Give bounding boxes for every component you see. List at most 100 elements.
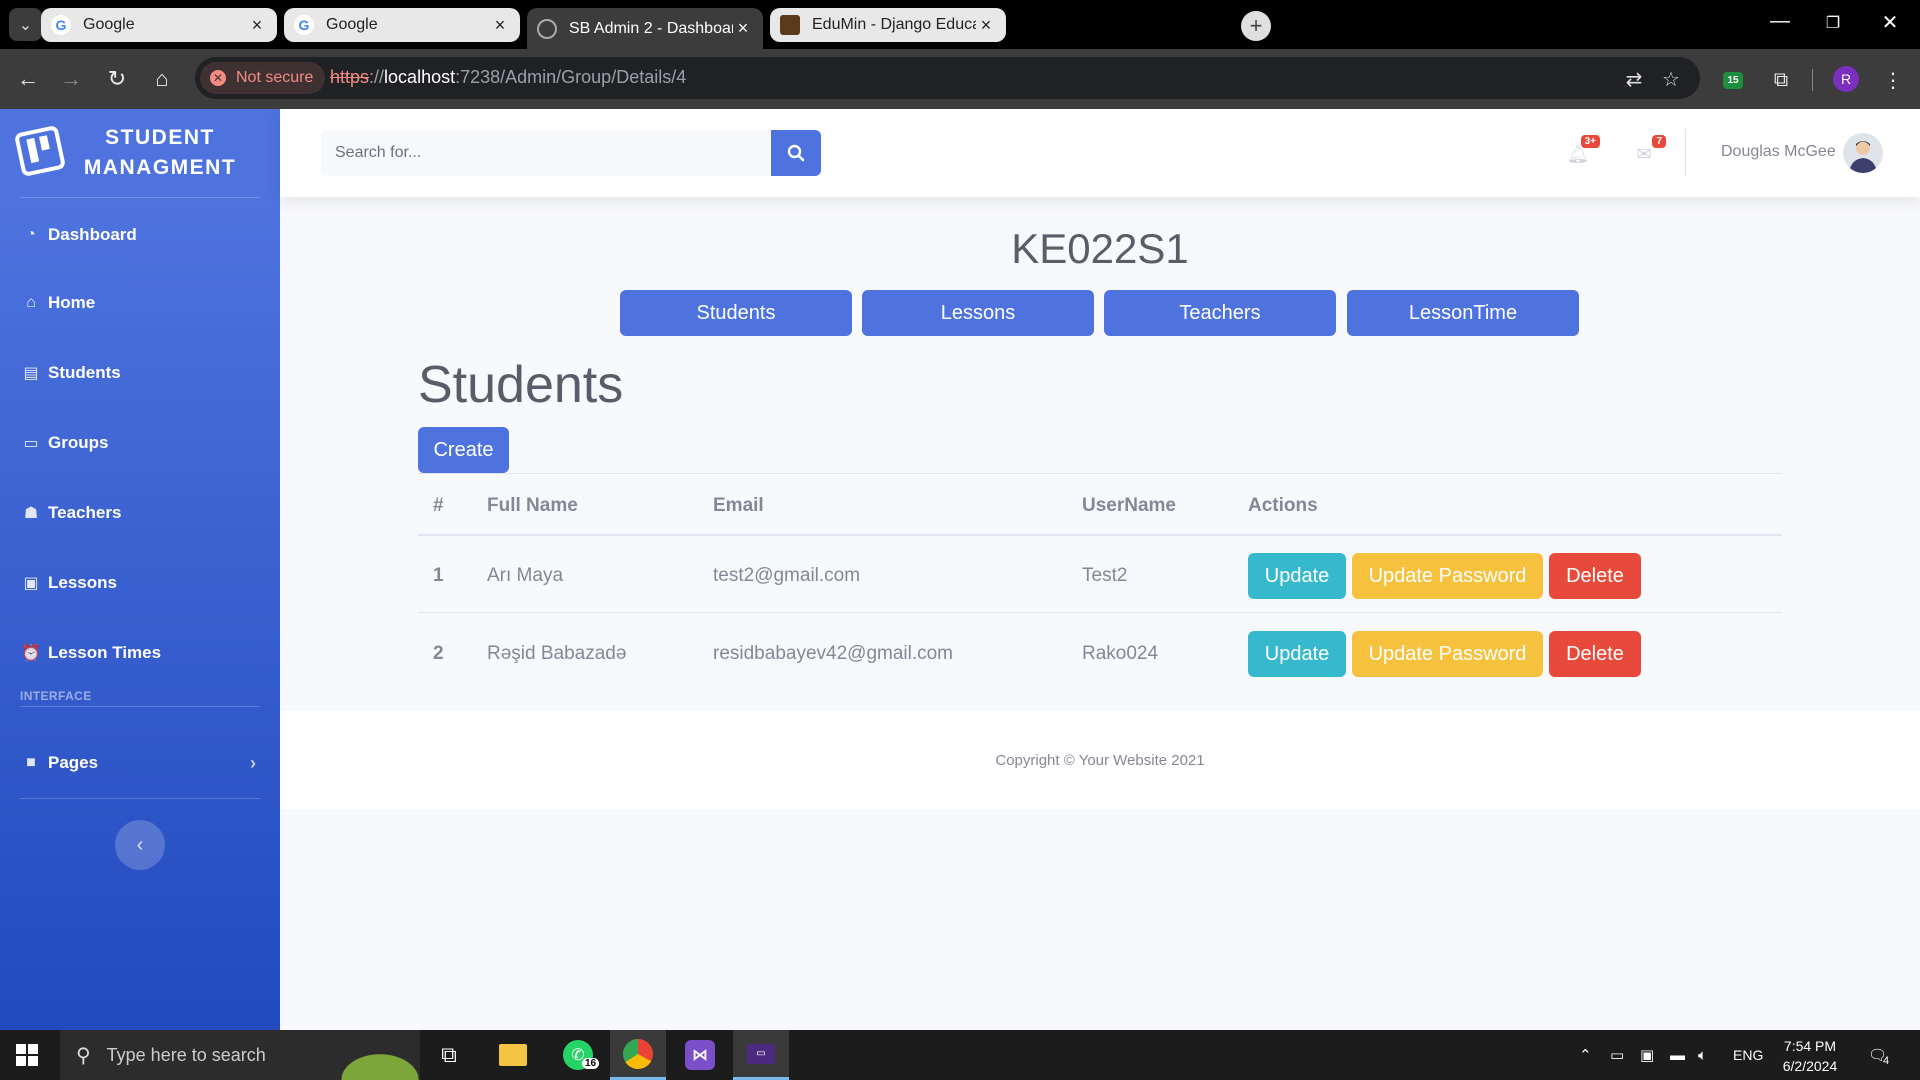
sidebar-toggle-button[interactable]: ‹: [115, 820, 165, 870]
sidebar-heading-interface: INTERFACE: [20, 689, 92, 703]
close-window-icon[interactable]: ✕: [1870, 10, 1910, 35]
tray-chevron-icon[interactable]: ⌃: [1579, 1030, 1592, 1080]
sidebar-item-lesson-times[interactable]: ⏰ Lesson Times: [0, 625, 280, 681]
volume-icon[interactable]: 🔈︎: [1698, 1030, 1707, 1080]
group-tab-lessons[interactable]: Lessons: [862, 290, 1094, 336]
whatsapp-icon[interactable]: ✆ 16: [550, 1030, 606, 1080]
sidebar-divider: [20, 798, 260, 799]
sidebar-item-groups[interactable]: ▭ Groups: [0, 415, 280, 471]
sidebar-item-teachers[interactable]: ☗ Teachers: [0, 485, 280, 541]
minimize-icon[interactable]: —: [1760, 10, 1800, 33]
notification-center-icon[interactable]: 🗨︎ 4: [1868, 1030, 1889, 1080]
tab-close-icon[interactable]: ×: [976, 15, 996, 36]
delete-button[interactable]: Delete: [1549, 553, 1641, 599]
warning-icon: ✕: [210, 70, 226, 86]
group-tab-teachers[interactable]: Teachers: [1104, 290, 1336, 336]
messages-envelope-icon[interactable]: ✉ 7: [1632, 135, 1666, 165]
battery-icon[interactable]: ▬: [1670, 1030, 1685, 1080]
page-viewport: STUDENT MANAGMENT ◔ Dashboard ⌂ Home ▤ S…: [0, 109, 1920, 1030]
user-name[interactable]: Douglas McGee: [1721, 143, 1836, 161]
forward-icon[interactable]: →: [56, 64, 86, 94]
tab-close-icon[interactable]: ×: [247, 15, 267, 36]
network-icon[interactable]: ▭: [1610, 1030, 1624, 1080]
translate-icon[interactable]: ⇄: [1621, 66, 1647, 92]
sidebar-item-pages[interactable]: ■ Pages ›: [0, 735, 280, 791]
language-indicator[interactable]: ENG: [1733, 1030, 1763, 1080]
restore-icon[interactable]: ❐: [1813, 13, 1853, 33]
topbar: Search for... 🔔︎ 3+ ✉ 7 Douglas McGee: [280, 109, 1920, 197]
tab-search-menu-icon[interactable]: ⌄: [9, 8, 42, 41]
section-title: Students: [418, 356, 624, 414]
sidebar-item-label: Teachers: [48, 503, 122, 522]
update-password-button[interactable]: Update Password: [1352, 631, 1543, 677]
sidebar-item-home[interactable]: ⌂ Home: [0, 275, 280, 331]
clock-date: 6/2/2024: [1782, 1058, 1838, 1074]
browser-tab-active[interactable]: SB Admin 2 - Dashboard ×: [527, 8, 763, 49]
row-email: test2@gmail.com: [713, 565, 861, 586]
alarm-icon: ⏰: [21, 645, 41, 662]
chrome-icon[interactable]: [610, 1030, 666, 1080]
back-icon[interactable]: ←: [13, 64, 43, 94]
terminal-icon[interactable]: ▭: [733, 1030, 789, 1080]
group-tab-lessontime[interactable]: LessonTime: [1347, 290, 1579, 336]
display-icon[interactable]: ▣: [1640, 1030, 1654, 1080]
folder-icon: ■: [26, 754, 36, 771]
tab-close-icon[interactable]: ×: [733, 18, 753, 39]
row-username: Rako024: [1082, 643, 1159, 664]
tab-title: SB Admin 2 - Dashboard: [569, 19, 733, 37]
sidebar-item-dashboard[interactable]: ◔ Dashboard: [0, 207, 280, 263]
home-icon[interactable]: ⌂: [147, 64, 177, 94]
taskbar-clock[interactable]: 7:54 PM 6/2/2024: [1760, 1036, 1860, 1076]
sidebar-item-label: Students: [48, 363, 121, 382]
extensions-puzzle-icon[interactable]: ⧉: [1767, 66, 1795, 94]
delete-button[interactable]: Delete: [1549, 631, 1641, 677]
sidebar-item-lessons[interactable]: ▣ Lessons: [0, 555, 280, 611]
folder-open-icon: ▭: [23, 435, 39, 452]
url-path: :7238/Admin/Group/Details/4: [455, 67, 687, 87]
bookmark-star-icon[interactable]: ☆: [1658, 66, 1684, 92]
browser-toolbar: ← → ↻ ⌂ ✕ Not secure https://localhost:7…: [0, 49, 1920, 109]
browser-tab-google-1[interactable]: G Google ×: [41, 8, 277, 42]
search-icon: ⚲: [76, 1044, 91, 1067]
taskbar-search-placeholder: Type here to search: [106, 1044, 266, 1065]
browser-tab-google-2[interactable]: G Google ×: [284, 8, 520, 42]
browser-tabstrip: ⌄ G Google × G Google × SB Admin 2 - Das…: [0, 0, 1920, 49]
windows-start-icon[interactable]: [16, 1044, 38, 1066]
edumin-icon: [780, 15, 800, 35]
update-button[interactable]: Update: [1248, 553, 1346, 599]
visual-studio-icon[interactable]: ⋈: [672, 1030, 728, 1080]
file-explorer-icon[interactable]: [485, 1030, 541, 1080]
reload-icon[interactable]: ↻: [102, 64, 132, 94]
more-menu-icon[interactable]: ⋮: [1879, 66, 1907, 94]
security-chip[interactable]: ✕ Not secure: [200, 62, 326, 94]
book-icon: ▣: [23, 575, 39, 592]
address-bar[interactable]: ✕ Not secure https://localhost:7238/Admi…: [195, 57, 1700, 99]
tab-close-icon[interactable]: ×: [490, 15, 510, 36]
teacher-icon: ☗: [23, 505, 39, 522]
browser-tab-edumin[interactable]: EduMin - Django Education Admin ×: [770, 8, 1006, 42]
update-button[interactable]: Update: [1248, 631, 1346, 677]
extension-shield-icon[interactable]: 15: [1719, 66, 1747, 94]
alerts-bell-icon[interactable]: 🔔︎ 3+: [1566, 135, 1600, 165]
sidebar-item-students[interactable]: ▤ Students: [0, 345, 280, 401]
column-header-full-name: Full Name: [487, 495, 578, 516]
sidebar: STUDENT MANAGMENT ◔ Dashboard ⌂ Home ▤ S…: [0, 109, 280, 1030]
task-view-icon[interactable]: ⧉: [421, 1030, 477, 1080]
sidebar-brand[interactable]: STUDENT MANAGMENT: [0, 109, 280, 197]
taskbar-search-input[interactable]: ⚲ Type here to search: [60, 1030, 420, 1080]
clock-time: 7:54 PM: [1783, 1038, 1837, 1054]
profile-avatar[interactable]: R: [1833, 66, 1859, 92]
search-input[interactable]: Search for...: [321, 130, 773, 176]
brand-line-1: STUDENT: [105, 126, 215, 149]
group-tab-students[interactable]: Students: [620, 290, 852, 336]
create-button[interactable]: Create: [418, 427, 509, 473]
user-avatar[interactable]: [1843, 133, 1883, 173]
update-password-button[interactable]: Update Password: [1352, 553, 1543, 599]
url-text[interactable]: https://localhost:7238/Admin/Group/Detai…: [330, 67, 686, 88]
notification-count: 4: [1883, 1055, 1890, 1067]
tab-title: Google: [326, 16, 378, 33]
google-icon: G: [51, 15, 71, 35]
new-tab-button[interactable]: +: [1241, 11, 1271, 41]
security-label: Not secure: [236, 69, 314, 86]
search-button[interactable]: [771, 130, 821, 176]
